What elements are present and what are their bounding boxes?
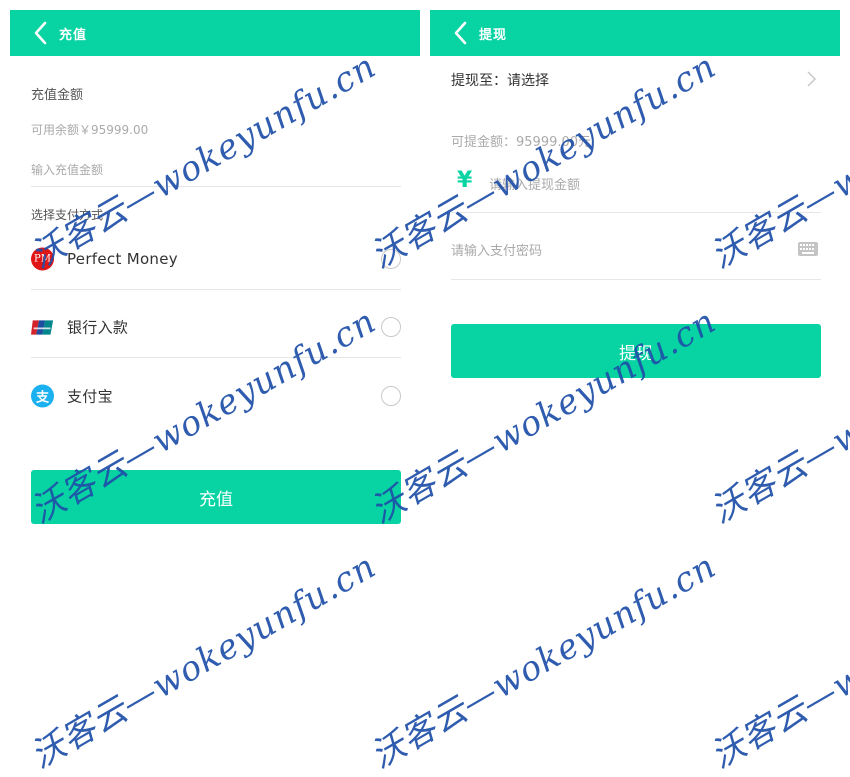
method-radio[interactable] [381,386,401,406]
method-label: Perfect Money [67,250,178,268]
divider [451,212,821,213]
method-label: 银行入款 [67,318,129,337]
divider [451,279,821,280]
alipay-icon: 支 [31,384,54,408]
yen-icon: ¥ [457,168,473,193]
payment-password-input[interactable]: 请输入支付密码 [451,240,542,259]
withdraw-header: 提现 [430,10,840,56]
payment-method-label: 选择支付方式 [31,208,104,222]
back-arrow-icon[interactable] [28,20,54,46]
input-underline [31,186,401,187]
unionpay-icon [31,316,54,339]
withdraw-destination-row[interactable]: 提现至：请选择 [430,66,840,96]
withdraw-panel: 提现 提现至：请选择 可提金额：95999.00元 ¥ 请输入提现金额 请输入支… [430,10,840,751]
method-perfect-money[interactable]: PM Perfect Money [31,225,401,293]
page-title: 充值 [59,28,88,43]
keyboard-icon[interactable] [798,241,818,256]
divider [31,289,401,290]
method-bank[interactable]: 银行入款 [31,293,401,361]
perfect-money-icon: PM [31,247,54,271]
recharge-panel: 充值 充值金额 可用余额￥95999.00 输入充值金额 选择支付方式 PM P… [10,10,420,751]
recharge-header: 充值 [10,10,420,56]
method-radio[interactable] [381,249,401,269]
amount-label: 充值金额 [31,88,84,103]
available-balance: 可用余额￥95999.00 [31,123,149,137]
divider [31,357,401,358]
recharge-button[interactable]: 充值 [31,470,401,524]
destination-label: 提现至：请选择 [451,73,549,89]
withdrawable-amount: 可提金额：95999.00元 [451,135,592,150]
method-label: 支付宝 [67,387,113,406]
back-arrow-icon[interactable] [448,20,474,46]
chevron-right-icon [804,70,818,88]
method-alipay[interactable]: 支 支付宝 [31,362,401,430]
withdraw-amount-input[interactable]: 请输入提现金额 [489,174,580,193]
withdraw-button[interactable]: 提现 [451,324,821,378]
recharge-amount-input[interactable]: 输入充值金额 [31,161,103,178]
page-title: 提现 [479,28,508,43]
method-radio[interactable] [381,317,401,337]
